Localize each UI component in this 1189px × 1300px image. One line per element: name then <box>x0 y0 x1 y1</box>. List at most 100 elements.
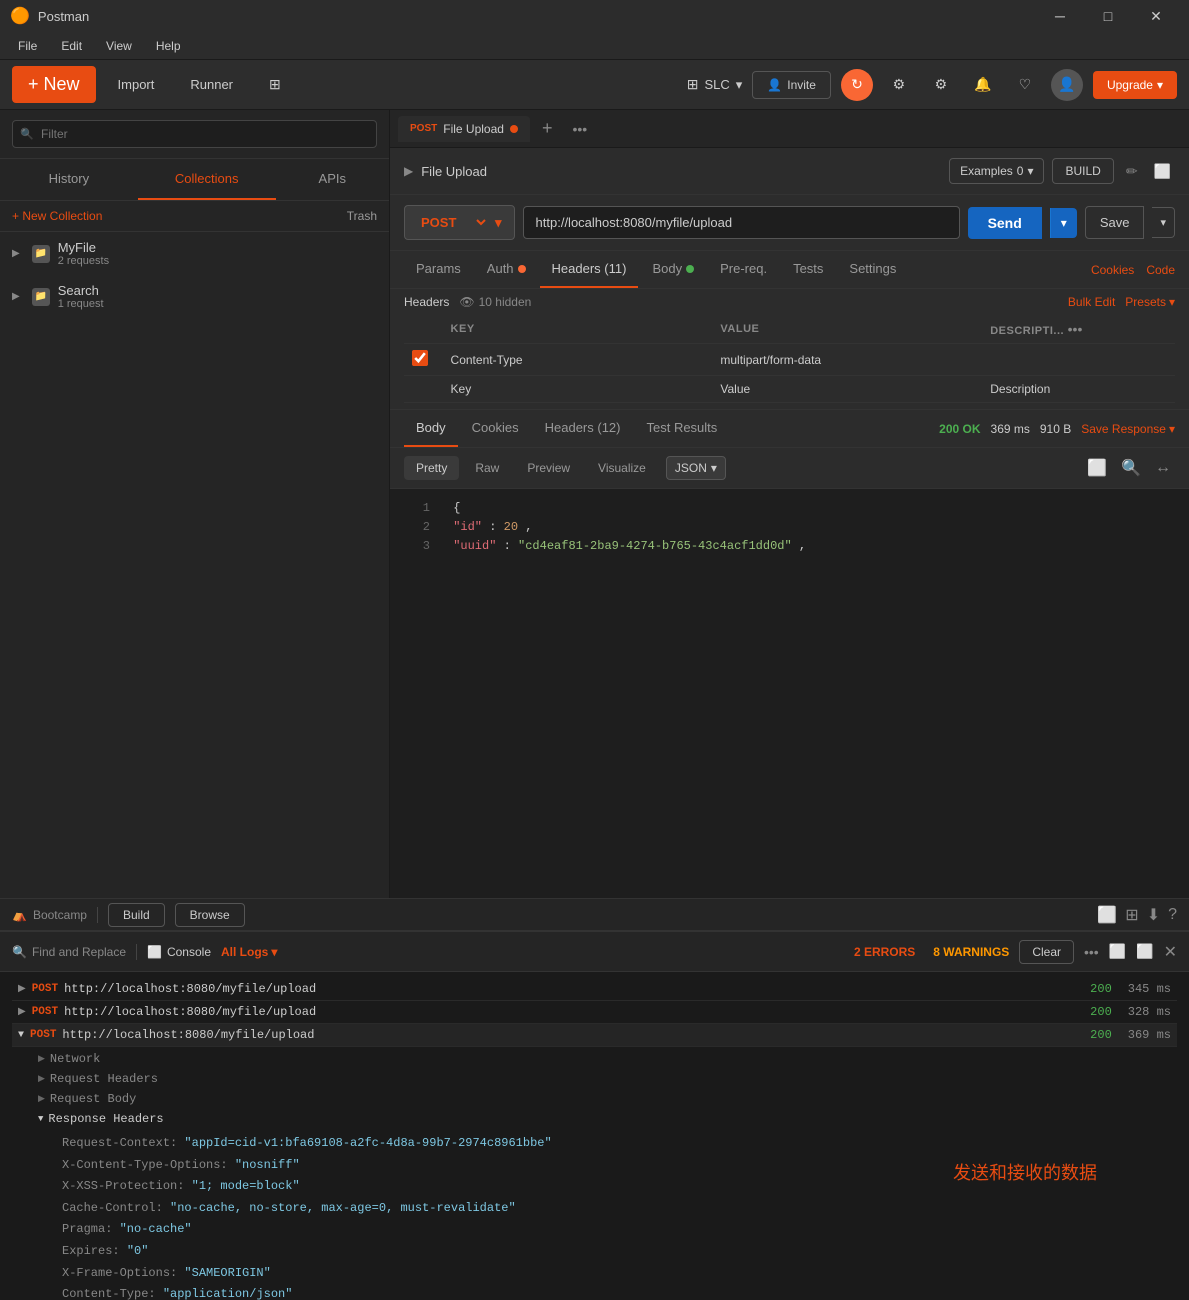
import-button[interactable]: Import <box>104 69 169 100</box>
bootcamp-button[interactable]: ⛺ Bootcamp <box>12 908 87 922</box>
user-avatar[interactable]: 👤 <box>1051 69 1083 101</box>
add-request-tab-button[interactable]: + <box>534 114 561 143</box>
wrap-lines-button[interactable]: ↔ <box>1151 454 1175 482</box>
response-tab-headers[interactable]: Headers (12) <box>533 410 633 447</box>
tab-auth[interactable]: Auth <box>475 251 538 288</box>
tab-params[interactable]: Params <box>404 251 473 288</box>
header-value-cell[interactable]: multipart/form-data <box>712 344 982 376</box>
bulk-edit-button[interactable]: Bulk Edit <box>1068 295 1115 309</box>
maximize-button[interactable]: □ <box>1085 0 1131 32</box>
tree-request-body[interactable]: ▶ Request Body <box>32 1089 1177 1109</box>
tab-collections[interactable]: Collections <box>138 159 276 200</box>
send-button[interactable]: Send <box>968 207 1042 239</box>
hidden-headers-toggle[interactable]: 👁 10 hidden <box>459 295 531 309</box>
upgrade-dropdown-icon: ▾ <box>1157 78 1163 92</box>
request-tab-file-upload[interactable]: POST File Upload <box>398 116 530 142</box>
menu-help[interactable]: Help <box>146 35 191 57</box>
menu-edit[interactable]: Edit <box>51 35 92 57</box>
fork-icon[interactable]: ⚙ <box>883 69 915 101</box>
key-placeholder-cell[interactable]: Key <box>443 376 713 403</box>
code-link[interactable]: Code <box>1146 263 1175 277</box>
trash-button[interactable]: Trash <box>347 209 377 223</box>
save-response-button[interactable]: Save Response ▾ <box>1081 422 1175 436</box>
bottom-help-icon[interactable]: ? <box>1168 906 1177 924</box>
view-tab-pretty[interactable]: Pretty <box>404 456 459 480</box>
cookies-link[interactable]: Cookies <box>1091 263 1134 277</box>
tab-headers[interactable]: Headers (11) <box>540 251 639 288</box>
response-tab-cookies[interactable]: Cookies <box>460 410 531 447</box>
tree-request-headers[interactable]: ▶ Request Headers <box>32 1069 1177 1089</box>
edit-icon[interactable]: ✏ <box>1122 159 1142 184</box>
find-replace-button[interactable]: 🔍 Find and Replace <box>12 945 126 959</box>
log-entry-2[interactable]: ▶ POST http://localhost:8080/myfile/uplo… <box>12 1001 1177 1024</box>
build-bar-button[interactable]: Build <box>108 903 165 927</box>
console-more-button[interactable]: ••• <box>1084 944 1099 960</box>
method-select-input[interactable]: POST GET PUT DELETE <box>417 214 489 231</box>
value-placeholder-cell[interactable]: Value <box>712 376 982 403</box>
view-tab-visualize[interactable]: Visualize <box>586 456 658 480</box>
browse-bar-button[interactable]: Browse <box>175 903 245 927</box>
presets-button[interactable]: Presets ▾ <box>1125 295 1175 309</box>
clear-button[interactable]: Clear <box>1019 940 1074 964</box>
new-collection-button[interactable]: + New Collection <box>12 209 102 223</box>
url-input[interactable] <box>523 206 960 239</box>
log-entry-1[interactable]: ▶ POST http://localhost:8080/myfile/uplo… <box>12 978 1177 1001</box>
new-button[interactable]: + New <box>12 66 96 103</box>
workspace-switcher-button[interactable]: ⊞ <box>255 68 295 101</box>
copy-icon[interactable]: ⬜ <box>1150 159 1175 184</box>
collection-search[interactable]: ▶ 📁 Search 1 request <box>0 275 389 318</box>
heart-icon[interactable]: ♡ <box>1009 69 1041 101</box>
search-response-button[interactable]: 🔍 <box>1117 454 1145 482</box>
tab-prereq[interactable]: Pre-req. <box>708 251 779 288</box>
upgrade-button[interactable]: Upgrade ▾ <box>1093 71 1177 99</box>
columns-more-button[interactable]: ••• <box>1068 321 1083 337</box>
header-line-4: Cache-Control: "no-cache, no-store, max-… <box>62 1198 1171 1220</box>
header-key-cell[interactable]: Content-Type <box>443 344 713 376</box>
save-dropdown-button[interactable]: ▾ <box>1152 207 1175 238</box>
view-tab-raw[interactable]: Raw <box>463 456 511 480</box>
console-tab-button[interactable]: ⬜ Console <box>147 945 211 959</box>
bottom-download-icon[interactable]: ⬇ <box>1147 905 1160 925</box>
log-entry-3[interactable]: ▼ POST http://localhost:8080/myfile/uplo… <box>12 1024 1177 1047</box>
tree-network[interactable]: ▶ Network <box>32 1049 1177 1069</box>
menu-file[interactable]: File <box>8 35 47 57</box>
bell-icon[interactable]: 🔔 <box>967 69 999 101</box>
menu-view[interactable]: View <box>96 35 142 57</box>
tree-response-headers[interactable]: ▼ Response Headers <box>32 1109 1177 1129</box>
examples-button[interactable]: Examples 0 ▾ <box>949 158 1044 184</box>
filter-input[interactable] <box>12 120 377 148</box>
tab-apis[interactable]: APIs <box>276 159 389 200</box>
send-dropdown-button[interactable]: ▾ <box>1050 208 1077 238</box>
header-row-checkbox[interactable] <box>412 350 428 366</box>
console-close-button[interactable]: ✕ <box>1164 942 1177 962</box>
tab-settings[interactable]: Settings <box>837 251 908 288</box>
console-layout-button[interactable]: ⬜ <box>1136 943 1153 960</box>
all-logs-button[interactable]: All Logs ▾ <box>221 945 277 959</box>
copy-response-button[interactable]: ⬜ <box>1083 454 1111 482</box>
workspace-dropdown-icon: ▾ <box>736 77 743 93</box>
method-selector[interactable]: POST GET PUT DELETE ▾ <box>404 205 515 240</box>
response-tab-body[interactable]: Body <box>404 410 458 447</box>
sync-button[interactable]: ↻ <box>841 69 873 101</box>
build-button[interactable]: BUILD <box>1052 158 1113 184</box>
workspace-selector[interactable]: ⊞ SLC ▾ <box>687 76 743 93</box>
settings-icon[interactable]: ⚙ <box>925 69 957 101</box>
minimize-button[interactable]: ─ <box>1037 0 1083 32</box>
tab-body[interactable]: Body <box>640 251 706 288</box>
collection-myfile[interactable]: ▶ 📁 MyFile 2 requests <box>0 232 389 275</box>
close-button[interactable]: ✕ <box>1133 0 1179 32</box>
console-expand-button[interactable]: ⬜ <box>1109 943 1126 960</box>
bottom-grid-icon[interactable]: ⊞ <box>1125 905 1138 925</box>
tree-chevron-resp-headers: ▼ <box>38 1114 43 1124</box>
invite-button[interactable]: 👤 Invite <box>752 71 831 99</box>
save-button[interactable]: Save <box>1085 206 1145 239</box>
tab-history[interactable]: History <box>0 159 138 200</box>
tab-tests[interactable]: Tests <box>781 251 835 288</box>
view-tab-preview[interactable]: Preview <box>515 456 582 480</box>
runner-button[interactable]: Runner <box>176 69 247 100</box>
format-selector[interactable]: JSON ▾ <box>666 456 726 480</box>
bottom-table-icon[interactable]: ⬜ <box>1097 905 1117 925</box>
desc-placeholder-cell[interactable]: Description <box>982 376 1175 403</box>
response-tab-test-results[interactable]: Test Results <box>634 410 729 447</box>
tabs-more-button[interactable]: ••• <box>564 117 595 141</box>
